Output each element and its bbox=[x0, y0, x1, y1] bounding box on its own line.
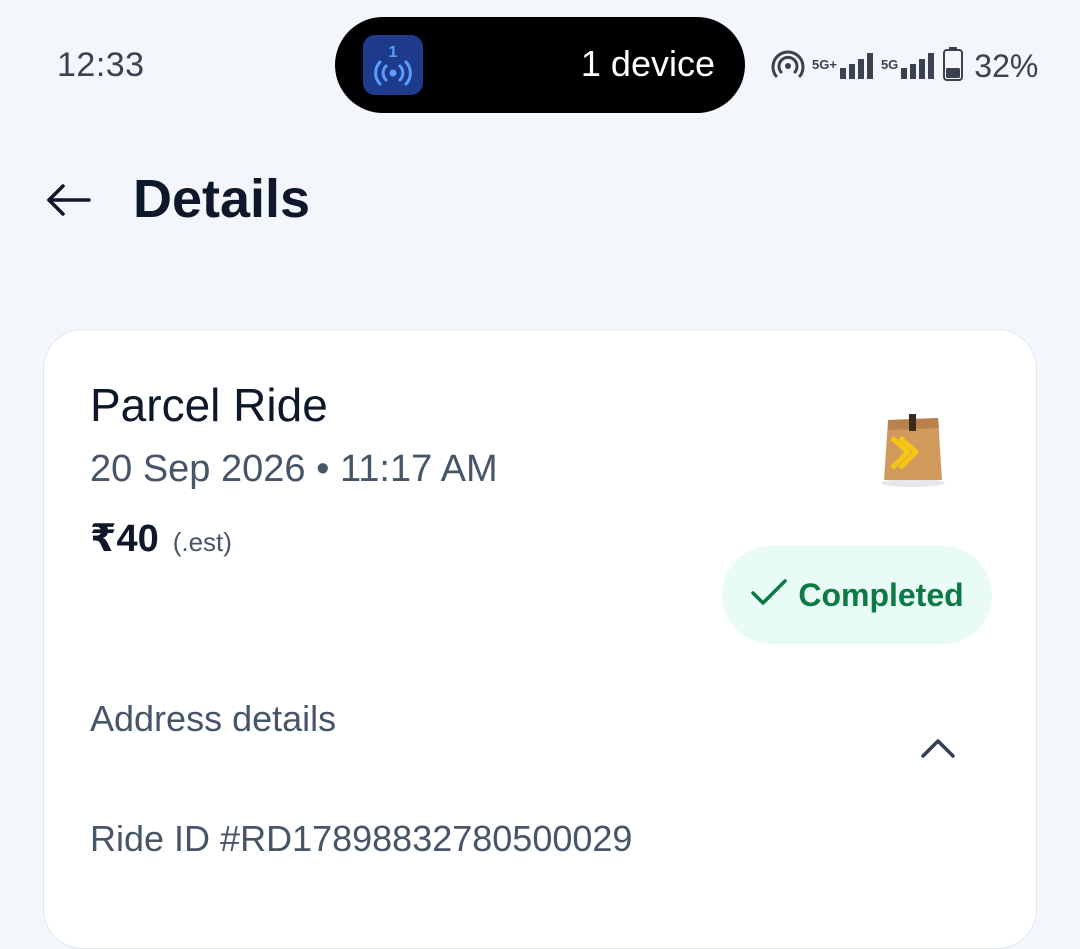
hotspot-icon: 1 bbox=[363, 35, 423, 95]
status-bar: 12:33 1 1 device 5G+ 5G 32% bbox=[0, 0, 1080, 130]
back-arrow-icon bbox=[45, 183, 91, 222]
status-text: Completed bbox=[798, 576, 964, 613]
check-icon bbox=[750, 578, 788, 613]
fare-amount: ₹40 bbox=[90, 518, 159, 560]
network-1-label: 5G+ bbox=[812, 56, 837, 72]
fare: ₹40 (.est) bbox=[90, 516, 232, 561]
hotspot-pill[interactable]: 1 1 device bbox=[335, 17, 745, 113]
wireless-icon bbox=[770, 46, 806, 87]
status-badge: Completed bbox=[722, 546, 992, 644]
hotspot-count: 1 bbox=[389, 44, 398, 61]
page-title: Details bbox=[133, 169, 311, 229]
hotspot-devices-text: 1 device bbox=[580, 43, 715, 84]
page-header: Details bbox=[0, 160, 1080, 240]
signal-bars-icon bbox=[900, 48, 936, 85]
status-time: 12:33 bbox=[57, 46, 145, 84]
battery-icon bbox=[942, 46, 964, 87]
address-details-label: Address details bbox=[90, 698, 337, 739]
collapse-address-button[interactable] bbox=[914, 730, 962, 770]
network-2: 5G bbox=[881, 48, 936, 85]
ride-details-card: Parcel Ride 20 Sep 2026 • 11:17 AM ₹40 (… bbox=[43, 329, 1037, 949]
chevron-up-icon bbox=[920, 737, 956, 764]
network-2-label: 5G bbox=[880, 56, 899, 72]
battery-percent: 32% bbox=[974, 47, 1039, 84]
network-1: 5G+ bbox=[812, 48, 875, 85]
signal-bars-icon bbox=[839, 48, 875, 85]
ride-id: Ride ID #RD17898832780500029 bbox=[90, 818, 633, 859]
fare-estimate-note: (.est) bbox=[172, 527, 232, 557]
back-button[interactable] bbox=[40, 174, 96, 230]
ride-date-time: 20 Sep 2026 • 11:17 AM bbox=[90, 448, 498, 490]
system-icons: 5G+ 5G 32% bbox=[770, 44, 1038, 88]
ride-title: Parcel Ride bbox=[90, 379, 328, 431]
parcel-bag-icon bbox=[878, 410, 948, 488]
